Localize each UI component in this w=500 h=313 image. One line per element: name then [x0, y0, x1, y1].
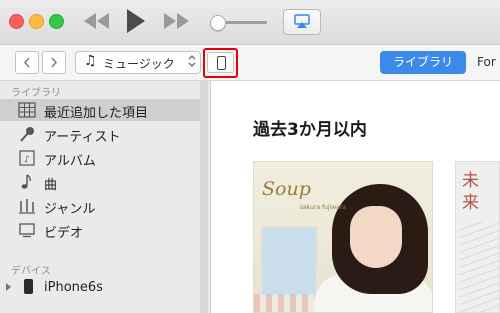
- sidebar-item-artists[interactable]: アーティスト: [0, 123, 200, 145]
- album-cover-artist: sakura fujiwara: [300, 204, 346, 211]
- sidebar-item-label: アルバム: [44, 154, 96, 169]
- sidebar-item-label: ジャンル: [44, 202, 96, 217]
- media-source-label: ミュージック: [103, 57, 175, 71]
- svg-text:♪: ♪: [24, 155, 30, 165]
- music-note-icon: ♫: [84, 53, 97, 69]
- rewind-button[interactable]: [84, 13, 110, 29]
- album-art-figure-face: [350, 206, 402, 268]
- music-note-icon: [21, 174, 31, 189]
- album-cover-title: 未来: [462, 171, 479, 213]
- sidebar-item-songs[interactable]: 曲: [0, 171, 200, 193]
- chevron-right-icon: [51, 57, 58, 68]
- play-button[interactable]: [126, 9, 146, 33]
- main-content: 過去3か月以内 Soup sakura fujiwara 未来: [211, 81, 500, 313]
- close-window-button[interactable]: [9, 14, 24, 29]
- device-button[interactable]: [207, 52, 234, 73]
- library-section-header: ライブラリ: [11, 88, 61, 99]
- grid-icon: [18, 102, 36, 118]
- zoom-window-button[interactable]: [49, 14, 64, 29]
- page-title: 過去3か月以内: [253, 120, 367, 140]
- sidebar-item-videos[interactable]: ビデオ: [0, 219, 200, 241]
- airplay-button[interactable]: [283, 9, 321, 35]
- sidebar-item-recently-added[interactable]: 最近追加した項目: [0, 99, 200, 121]
- devices-section-header: デバイス: [11, 266, 51, 277]
- volume-knob[interactable]: [209, 15, 226, 31]
- chevron-up-down-icon: [188, 55, 196, 67]
- volume-slider[interactable]: [205, 12, 267, 32]
- disclosure-triangle-icon[interactable]: [6, 283, 11, 291]
- video-icon: [19, 223, 35, 238]
- sidebar-item-albums[interactable]: ♪ アルバム: [0, 147, 200, 169]
- sidebar-item-label: ビデオ: [44, 226, 84, 241]
- iphone-icon: [24, 279, 33, 294]
- sidebar: ライブラリ 最近追加した項目 アーティスト ♪ アルバム 曲 ジャンル ビデオ …: [0, 81, 211, 313]
- sidebar-item-label: 最近追加した項目: [44, 106, 149, 121]
- sidebar-item-label: 曲: [44, 178, 58, 193]
- for-you-tab[interactable]: For: [477, 55, 496, 69]
- title-bar: [0, 0, 500, 45]
- album-tile[interactable]: Soup sakura fujiwara: [253, 161, 433, 313]
- sidebar-item-label: アーティスト: [44, 130, 121, 145]
- fast-forward-button[interactable]: [163, 13, 189, 29]
- library-tab[interactable]: ライブラリ: [380, 51, 466, 74]
- album-art-window: [260, 226, 318, 300]
- forward-button[interactable]: [42, 51, 66, 74]
- sidebar-scrollbar[interactable]: [200, 81, 208, 313]
- sidebar-item-label: iPhone6s: [44, 280, 103, 295]
- album-cover-title: Soup: [262, 178, 311, 200]
- play-icon: [127, 9, 145, 33]
- fast-forward-icon: [164, 13, 189, 29]
- chevron-left-icon: [23, 57, 30, 68]
- album-tile[interactable]: 未来: [455, 161, 500, 313]
- album-icon: ♪: [19, 150, 35, 166]
- rewind-icon: [84, 13, 109, 29]
- genre-icon: [19, 199, 35, 214]
- minimize-window-button[interactable]: [29, 14, 44, 29]
- sidebar-item-genres[interactable]: ジャンル: [0, 195, 200, 217]
- toolbar: ♫ ミュージック ライブラリ For: [0, 45, 500, 81]
- iphone-icon: [217, 56, 226, 70]
- album-art-sketch: [460, 222, 499, 312]
- microphone-icon: [20, 127, 34, 142]
- airplay-icon: [294, 14, 310, 28]
- back-button[interactable]: [15, 51, 39, 74]
- sidebar-item-iphone[interactable]: iPhone6s: [0, 277, 200, 299]
- media-source-select[interactable]: ♫ ミュージック: [75, 51, 201, 74]
